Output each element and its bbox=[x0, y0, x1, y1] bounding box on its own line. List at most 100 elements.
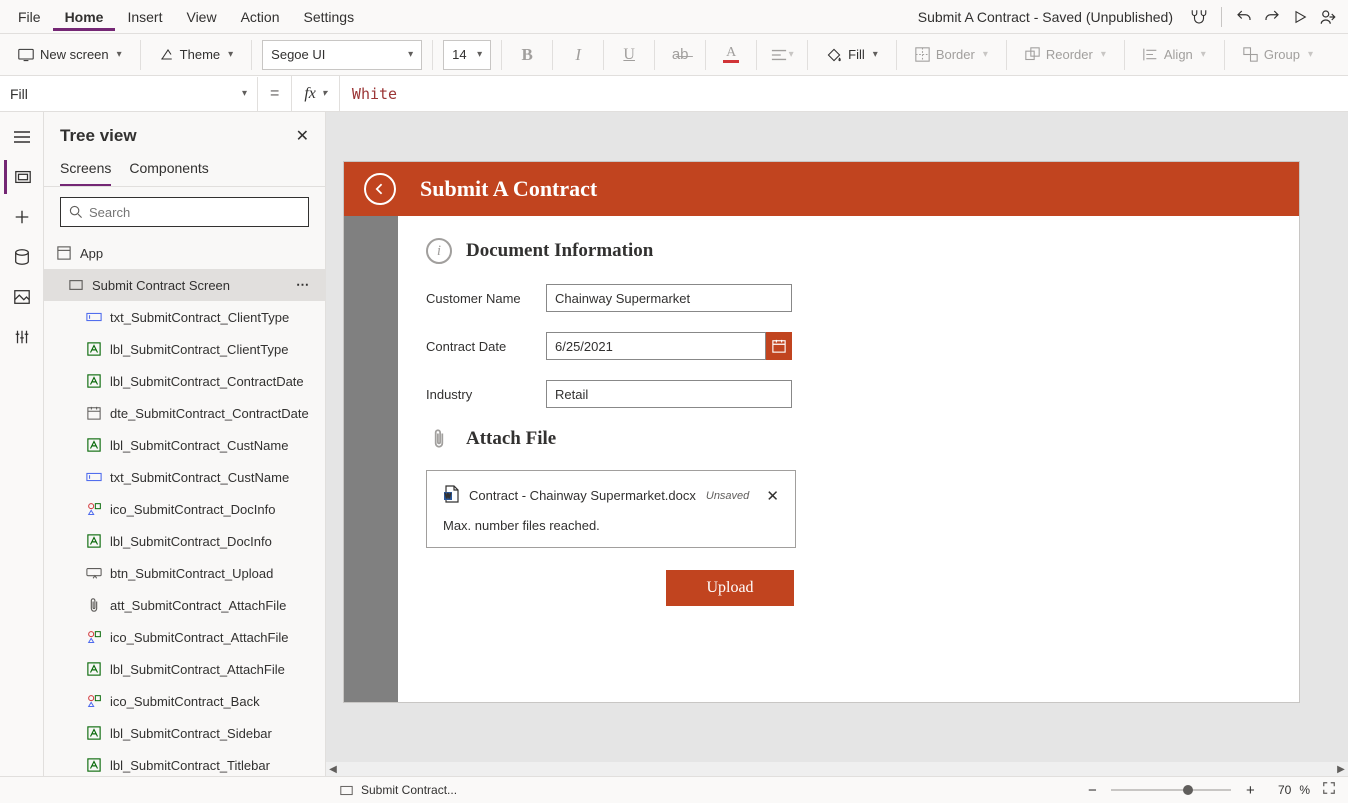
strikethrough-icon[interactable]: a̶b̶ bbox=[665, 40, 695, 70]
tree-item-label: txt_SubmitContract_ClientType bbox=[110, 310, 289, 325]
tree-view-icon[interactable] bbox=[4, 160, 40, 194]
reorder-button[interactable]: Reorder ▾ bbox=[1017, 39, 1114, 71]
label-icon bbox=[86, 341, 102, 357]
ribbon-toolbar: New screen ▾ Theme ▾ Segoe UI ▾ 14 ▾ B I… bbox=[0, 34, 1348, 76]
tab-components[interactable]: Components bbox=[129, 154, 208, 186]
remove-attachment-icon[interactable]: ✕ bbox=[766, 487, 779, 505]
zoom-slider[interactable] bbox=[1111, 789, 1231, 791]
menu-file[interactable]: File bbox=[6, 3, 53, 31]
screen-selector-icon[interactable] bbox=[340, 785, 353, 796]
zoom-in-icon[interactable]: + bbox=[1239, 782, 1261, 799]
tree-item-control[interactable]: lbl_SubmitContract_Sidebar bbox=[44, 717, 325, 749]
tree-item-control[interactable]: txt_SubmitContract_ClientType bbox=[44, 301, 325, 333]
contract-date-input[interactable]: 6/25/2021 bbox=[546, 332, 766, 360]
theme-button[interactable]: Theme ▾ bbox=[151, 39, 242, 71]
attachment-control[interactable]: W Contract - Chainway Supermarket.docx U… bbox=[426, 470, 796, 548]
reorder-label: Reorder bbox=[1046, 47, 1093, 62]
property-dropdown[interactable]: Fill ▾ bbox=[0, 77, 258, 111]
hamburger-icon[interactable] bbox=[4, 120, 40, 154]
tree-item-app[interactable]: App bbox=[44, 237, 325, 269]
fit-to-window-icon[interactable] bbox=[1318, 781, 1340, 799]
app-sidebar bbox=[344, 216, 398, 702]
info-icon: i bbox=[426, 238, 452, 264]
italic-icon[interactable]: I bbox=[563, 40, 593, 70]
zoom-out-icon[interactable]: − bbox=[1081, 782, 1103, 799]
textinput-icon bbox=[86, 309, 102, 325]
canvas-area[interactable]: Submit A Contract i Document Information… bbox=[326, 112, 1348, 776]
border-button[interactable]: Border ▾ bbox=[907, 39, 996, 71]
share-icon[interactable] bbox=[1314, 3, 1342, 31]
data-icon[interactable] bbox=[4, 240, 40, 274]
tree-item-control[interactable]: att_SubmitContract_AttachFile bbox=[44, 589, 325, 621]
scroll-left-icon[interactable]: ◀ bbox=[326, 762, 340, 776]
horizontal-scrollbar[interactable]: ◀ ▶ bbox=[326, 762, 1348, 776]
preview-play-icon[interactable] bbox=[1286, 3, 1314, 31]
tree-item-control[interactable]: lbl_SubmitContract_ContractDate bbox=[44, 365, 325, 397]
menu-bar: File Home Insert View Action Settings Su… bbox=[0, 0, 1348, 34]
tree-item-control[interactable]: lbl_SubmitContract_ClientType bbox=[44, 333, 325, 365]
font-family-value: Segoe UI bbox=[271, 47, 325, 62]
label-icon bbox=[86, 661, 102, 677]
tree-item-control[interactable]: lbl_SubmitContract_DocInfo bbox=[44, 525, 325, 557]
calendar-icon[interactable] bbox=[766, 332, 792, 360]
menu-view[interactable]: View bbox=[174, 3, 228, 31]
formula-expression[interactable]: White bbox=[340, 85, 1348, 103]
tree-item-label: Submit Contract Screen bbox=[92, 278, 230, 293]
tree-item-control[interactable]: lbl_SubmitContract_AttachFile bbox=[44, 653, 325, 685]
text-align-icon[interactable]: ▾ bbox=[767, 40, 797, 70]
button-icon bbox=[86, 565, 102, 581]
group-button[interactable]: Group ▾ bbox=[1235, 39, 1321, 71]
underline-icon[interactable]: U bbox=[614, 40, 644, 70]
menu-action[interactable]: Action bbox=[229, 3, 292, 31]
tree-item-control[interactable]: btn_SubmitContract_Upload bbox=[44, 557, 325, 589]
align-button[interactable]: Align ▾ bbox=[1135, 39, 1214, 71]
menu-settings[interactable]: Settings bbox=[292, 3, 367, 31]
industry-input[interactable]: Retail bbox=[546, 380, 792, 408]
tree-item-screen[interactable]: Submit Contract Screen ⋯ bbox=[44, 269, 325, 301]
tree-item-control[interactable]: lbl_SubmitContract_Titlebar bbox=[44, 749, 325, 776]
advanced-tools-icon[interactable] bbox=[4, 320, 40, 354]
font-family-dropdown[interactable]: Segoe UI ▾ bbox=[262, 40, 422, 70]
customer-name-label: Customer Name bbox=[426, 291, 546, 306]
tab-screens[interactable]: Screens bbox=[60, 154, 111, 186]
textinput-icon bbox=[86, 469, 102, 485]
chevron-down-icon: ▾ bbox=[789, 49, 794, 60]
scroll-right-icon[interactable]: ▶ bbox=[1334, 762, 1348, 776]
app-checker-icon[interactable] bbox=[1185, 3, 1213, 31]
search-box[interactable] bbox=[60, 197, 309, 227]
font-size-dropdown[interactable]: 14 ▾ bbox=[443, 40, 491, 70]
tree-item-control[interactable]: lbl_SubmitContract_CustName bbox=[44, 429, 325, 461]
bold-icon[interactable]: B bbox=[512, 40, 542, 70]
status-screen-name[interactable]: Submit Contract... bbox=[361, 783, 457, 797]
more-icon[interactable]: ⋯ bbox=[296, 277, 311, 293]
customer-name-input[interactable]: Chainway Supermarket bbox=[546, 284, 792, 312]
app-screen[interactable]: Submit A Contract i Document Information… bbox=[344, 162, 1299, 702]
insert-icon[interactable] bbox=[4, 200, 40, 234]
tree-item-control[interactable]: txt_SubmitContract_CustName bbox=[44, 461, 325, 493]
tree-view-panel: Tree view ✕ Screens Components App Submi… bbox=[44, 112, 326, 776]
zoom-suffix: % bbox=[1299, 783, 1310, 797]
search-input[interactable] bbox=[89, 205, 300, 220]
close-icon[interactable]: ✕ bbox=[296, 126, 309, 146]
tree-item-control[interactable]: ico_SubmitContract_Back bbox=[44, 685, 325, 717]
fx-button[interactable]: fx▾ bbox=[291, 76, 340, 111]
menu-home[interactable]: Home bbox=[53, 3, 116, 31]
screen-icon bbox=[68, 277, 84, 293]
fill-button[interactable]: Fill ▾ bbox=[818, 39, 886, 71]
tree-item-label: ico_SubmitContract_DocInfo bbox=[110, 502, 275, 517]
tree-item-control[interactable]: ico_SubmitContract_DocInfo bbox=[44, 493, 325, 525]
contract-date-label: Contract Date bbox=[426, 339, 546, 354]
undo-icon[interactable] bbox=[1230, 3, 1258, 31]
back-icon[interactable] bbox=[364, 173, 396, 205]
tree-item-control[interactable]: ico_SubmitContract_AttachFile bbox=[44, 621, 325, 653]
tree-item-control[interactable]: dte_SubmitContract_ContractDate bbox=[44, 397, 325, 429]
font-color-icon[interactable]: A bbox=[716, 40, 746, 70]
redo-icon[interactable] bbox=[1258, 3, 1286, 31]
new-screen-button[interactable]: New screen ▾ bbox=[10, 39, 130, 71]
upload-button[interactable]: Upload bbox=[666, 570, 794, 606]
tree-item-label: lbl_SubmitContract_AttachFile bbox=[110, 662, 285, 677]
media-icon[interactable] bbox=[4, 280, 40, 314]
app-title: Submit A Contract bbox=[420, 176, 597, 202]
attachment-status: Unsaved bbox=[706, 490, 749, 502]
menu-insert[interactable]: Insert bbox=[115, 3, 174, 31]
